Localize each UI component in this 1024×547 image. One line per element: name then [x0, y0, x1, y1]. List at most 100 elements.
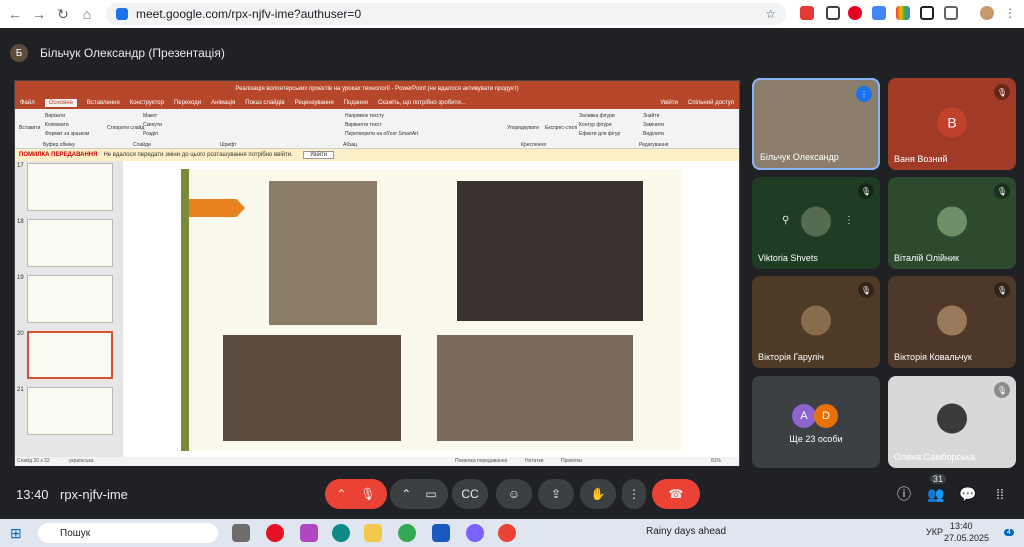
slide-thumb[interactable]	[27, 163, 113, 211]
qr-icon[interactable]	[920, 6, 934, 20]
pin-icon[interactable]: ⚲	[782, 215, 789, 226]
chrome-icon[interactable]	[398, 524, 416, 542]
text-direction-button[interactable]: Напрямок тексту	[345, 113, 384, 119]
captions-button[interactable]: CC	[452, 479, 488, 509]
tab-file[interactable]: Файл	[20, 100, 35, 106]
participant-tile[interactable]: 🎙 В Ваня Возний	[888, 78, 1016, 170]
input-language[interactable]: УКР	[926, 527, 943, 537]
edge-icon[interactable]	[332, 524, 350, 542]
more-options-button[interactable]: ⋮	[622, 479, 646, 509]
word-icon[interactable]	[432, 524, 450, 542]
mic-button[interactable]: ⌃ 🎙	[325, 479, 387, 509]
reactions-button[interactable]: ☺	[496, 479, 532, 509]
chat-icon[interactable]: 💬	[958, 484, 978, 504]
tell-me-search[interactable]: Скажіть, що потрібно зробити...	[378, 100, 466, 106]
participant-tile[interactable]: 🎙 Віталій Олійник	[888, 177, 1016, 269]
extension-icon[interactable]	[800, 6, 814, 20]
format-painter-button[interactable]: Формат за зразком	[45, 131, 89, 137]
participant-tile[interactable]: 🎙 Вікторія Ковальчук	[888, 276, 1016, 368]
participant-tile[interactable]: 🎙 Олена Самборська	[888, 376, 1016, 468]
replace-button[interactable]: Замінити	[643, 122, 664, 128]
extensions-puzzle-icon[interactable]	[944, 6, 958, 20]
tab-insert[interactable]: Вставлення	[87, 100, 120, 106]
upload-status[interactable]: Помилка передавання	[455, 458, 507, 464]
tab-view[interactable]: Подання	[344, 100, 368, 106]
menu-kebab-icon[interactable]: ⋮	[1004, 6, 1018, 20]
chrome-icon[interactable]	[498, 524, 516, 542]
taskbar-search[interactable]: Пошук	[38, 523, 218, 543]
translate-icon[interactable]	[872, 6, 886, 20]
activities-icon[interactable]: ⁞⁞	[990, 484, 1010, 504]
tab-transitions[interactable]: Переходи	[174, 100, 201, 106]
others-tile[interactable]: A D Ще 23 особи	[752, 376, 880, 468]
raise-hand-button[interactable]: ✋	[580, 479, 616, 509]
home-icon[interactable]: ⌂	[78, 5, 96, 23]
smartart-button[interactable]: Перетворити на об'єкт SmartArt	[345, 131, 418, 137]
notification-badge[interactable]: 4	[1004, 529, 1014, 536]
extension-icon[interactable]	[826, 6, 840, 20]
info-icon[interactable]: ⓘ	[894, 484, 914, 504]
chevron-up-icon[interactable]: ⌃	[336, 487, 346, 501]
find-button[interactable]: Знайти	[643, 113, 659, 119]
people-icon[interactable]: 👥	[926, 484, 946, 504]
leave-call-button[interactable]: ☎	[652, 479, 700, 509]
bookmark-star-icon[interactable]: ☆	[765, 7, 776, 21]
clock-time[interactable]: 13:40	[950, 521, 973, 531]
extension-icon[interactable]	[896, 6, 910, 20]
tab-slideshow[interactable]: Показ слайдів	[245, 100, 284, 106]
participant-tile[interactable]: 🎙 ⚲ ⋮ Viktoria Shvets	[752, 177, 880, 269]
participant-tile[interactable]: 🎙 Вікторія Гаруліч	[752, 276, 880, 368]
slide-thumb[interactable]	[27, 219, 113, 267]
notes-button[interactable]: Нотатки	[525, 458, 543, 464]
reset-button[interactable]: Скинути	[143, 122, 162, 128]
comments-button[interactable]: Примітки	[561, 458, 582, 464]
more-options-icon[interactable]: ⋮	[844, 215, 854, 226]
select-button[interactable]: Виділити	[643, 131, 664, 137]
profile-avatar[interactable]	[980, 6, 994, 20]
shape-outline-button[interactable]: Контур фігури	[579, 122, 611, 128]
paste-button[interactable]: Вставити	[19, 125, 40, 131]
back-icon[interactable]: ←	[6, 5, 24, 23]
slide-thumb[interactable]	[27, 275, 113, 323]
layout-button[interactable]: Макет	[143, 113, 157, 119]
tab-home[interactable]: Основне	[44, 99, 77, 107]
opera-icon[interactable]	[266, 524, 284, 542]
file-explorer-icon[interactable]	[364, 524, 382, 542]
new-slide-button[interactable]: Створити слайд	[107, 125, 144, 131]
share-button[interactable]: Спільний доступ	[688, 100, 734, 106]
viber-icon[interactable]	[466, 524, 484, 542]
warn-signin-button[interactable]: Увійти	[302, 151, 335, 159]
reload-icon[interactable]: ↻	[54, 5, 72, 23]
address-bar[interactable]: meet.google.com/rpx-njfv-ime?authuser=0 …	[106, 3, 786, 25]
align-text-button[interactable]: Вирівняти текст	[345, 122, 382, 128]
tab-animations[interactable]: Анімація	[211, 100, 235, 106]
slide-thumb[interactable]	[27, 387, 113, 435]
taskview-icon[interactable]	[232, 524, 250, 542]
present-button[interactable]: ⇪	[538, 479, 574, 509]
participant-tile[interactable]: ⋮ Більчук Олександр	[752, 78, 880, 170]
camera-button[interactable]: ⌃ ▭	[390, 479, 448, 509]
slide-thumb-selected[interactable]	[27, 331, 113, 379]
weather-text[interactable]: Rainy days ahead	[646, 526, 726, 537]
tab-design[interactable]: Конструктор	[130, 100, 164, 106]
copy-button[interactable]: Копіювати	[45, 122, 69, 128]
windows-start-icon[interactable]: ⊞	[10, 525, 22, 542]
signin-link[interactable]: Увійти	[660, 100, 677, 106]
clock-date[interactable]: 27.05.2025	[944, 533, 989, 543]
quick-styles-button[interactable]: Експрес-стилі	[545, 125, 577, 131]
section-button[interactable]: Розділ	[143, 131, 158, 137]
participant-name: Viktoria Shvets	[758, 253, 818, 263]
language-status: українська	[69, 458, 94, 464]
pinterest-icon[interactable]	[848, 6, 862, 20]
copilot-icon[interactable]	[300, 524, 318, 542]
cut-button[interactable]: Вирізати	[45, 113, 65, 119]
participant-name: Віталій Олійник	[894, 253, 959, 263]
arrange-button[interactable]: Упорядкувати	[507, 125, 539, 131]
tab-review[interactable]: Рецензування	[295, 100, 334, 106]
chevron-up-icon[interactable]: ⌃	[401, 487, 411, 501]
shape-fill-button[interactable]: Заливка фігури	[579, 113, 615, 119]
shape-effects-button[interactable]: Ефекти для фігур	[579, 131, 620, 137]
zoom-level[interactable]: 81%	[711, 458, 721, 464]
slide-canvas[interactable]	[181, 169, 681, 451]
forward-icon[interactable]: →	[30, 5, 48, 23]
